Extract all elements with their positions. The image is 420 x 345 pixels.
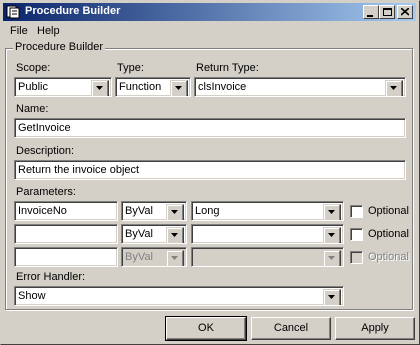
- param-type-select[interactable]: Long: [191, 201, 344, 221]
- window-title: Procedure Builder: [25, 5, 121, 17]
- maximize-button[interactable]: [379, 5, 395, 19]
- chevron-down-icon: [328, 233, 335, 237]
- param-passing-dropdown-button: [166, 250, 184, 266]
- minimize-icon: [367, 15, 373, 17]
- scope-select[interactable]: Public: [14, 77, 112, 97]
- param-passing-value: ByVal: [125, 228, 153, 240]
- close-icon: [400, 7, 410, 16]
- description-value: Return the invoice object: [18, 164, 140, 176]
- description-label: Description:: [16, 145, 75, 157]
- param-name-value: InvoiceNo: [18, 205, 67, 217]
- param-passing-dropdown-button[interactable]: [166, 227, 184, 243]
- apply-button[interactable]: Apply: [335, 317, 415, 340]
- menu-file[interactable]: File: [10, 25, 28, 37]
- param-optional-checkbox-disabled: [350, 251, 363, 264]
- param-passing-select-disabled: ByVal: [121, 247, 187, 267]
- chevron-down-icon: [328, 256, 335, 260]
- type-label: Type:: [117, 62, 144, 74]
- scope-value: Public: [18, 81, 48, 93]
- error-handler-label: Error Handler:: [16, 271, 86, 283]
- return-type-value: clsInvoice: [198, 81, 247, 93]
- chevron-down-icon: [96, 86, 103, 90]
- cancel-button[interactable]: Cancel: [251, 317, 331, 340]
- param-type-value: Long: [195, 205, 220, 217]
- param-passing-select[interactable]: ByVal: [121, 224, 187, 244]
- menu-help[interactable]: Help: [37, 25, 60, 37]
- type-select[interactable]: Function: [115, 77, 191, 97]
- param-type-dropdown-button[interactable]: [323, 204, 341, 220]
- chevron-down-icon: [171, 233, 178, 237]
- param-optional-label[interactable]: Optional: [368, 228, 409, 240]
- parameters-label: Parameters:: [16, 186, 76, 198]
- param-passing-dropdown-button[interactable]: [166, 204, 184, 220]
- type-value: Function: [119, 81, 162, 93]
- scope-dropdown-button[interactable]: [91, 80, 109, 96]
- return-type-dropdown-button[interactable]: [385, 80, 403, 96]
- error-handler-value: Show: [18, 290, 46, 302]
- name-value: GetInvoice: [18, 122, 71, 134]
- param-passing-value: ByVal: [125, 251, 153, 263]
- type-dropdown-button[interactable]: [170, 80, 188, 96]
- maximize-icon: [382, 8, 392, 16]
- menu-bar: File Help: [3, 22, 416, 41]
- chevron-down-icon: [175, 86, 182, 90]
- param-type-select-disabled: [191, 247, 344, 267]
- param-type-dropdown-button[interactable]: [323, 227, 341, 243]
- param-optional-checkbox[interactable]: [350, 205, 363, 218]
- chevron-down-icon: [328, 295, 335, 299]
- return-type-select[interactable]: clsInvoice: [194, 77, 406, 97]
- param-optional-checkbox[interactable]: [350, 228, 363, 241]
- chevron-down-icon: [328, 210, 335, 214]
- name-label: Name:: [16, 103, 49, 115]
- error-handler-select[interactable]: Show: [14, 286, 344, 306]
- chevron-down-icon: [171, 210, 178, 214]
- param-name-input[interactable]: [14, 247, 118, 267]
- title-bar[interactable]: Procedure Builder: [3, 3, 416, 21]
- param-type-dropdown-button: [323, 250, 341, 266]
- ok-button[interactable]: OK: [165, 316, 247, 341]
- scope-label: Scope:: [16, 62, 51, 74]
- return-type-label: Return Type:: [196, 62, 259, 74]
- param-optional-label-disabled: Optional: [368, 251, 409, 263]
- chevron-down-icon: [390, 86, 397, 90]
- group-label: Procedure Builder: [13, 41, 106, 53]
- param-name-input[interactable]: [14, 224, 118, 244]
- close-button[interactable]: [397, 5, 413, 19]
- param-type-select[interactable]: [191, 224, 344, 244]
- description-input[interactable]: Return the invoice object: [14, 160, 406, 180]
- param-passing-value: ByVal: [125, 205, 153, 217]
- param-name-input[interactable]: InvoiceNo: [14, 201, 118, 221]
- name-input[interactable]: GetInvoice: [14, 118, 406, 138]
- param-optional-label[interactable]: Optional: [368, 205, 409, 217]
- minimize-button[interactable]: [363, 5, 379, 19]
- error-handler-dropdown-button[interactable]: [323, 289, 341, 305]
- app-icon: [6, 5, 20, 19]
- chevron-down-icon: [171, 256, 178, 260]
- param-passing-select[interactable]: ByVal: [121, 201, 187, 221]
